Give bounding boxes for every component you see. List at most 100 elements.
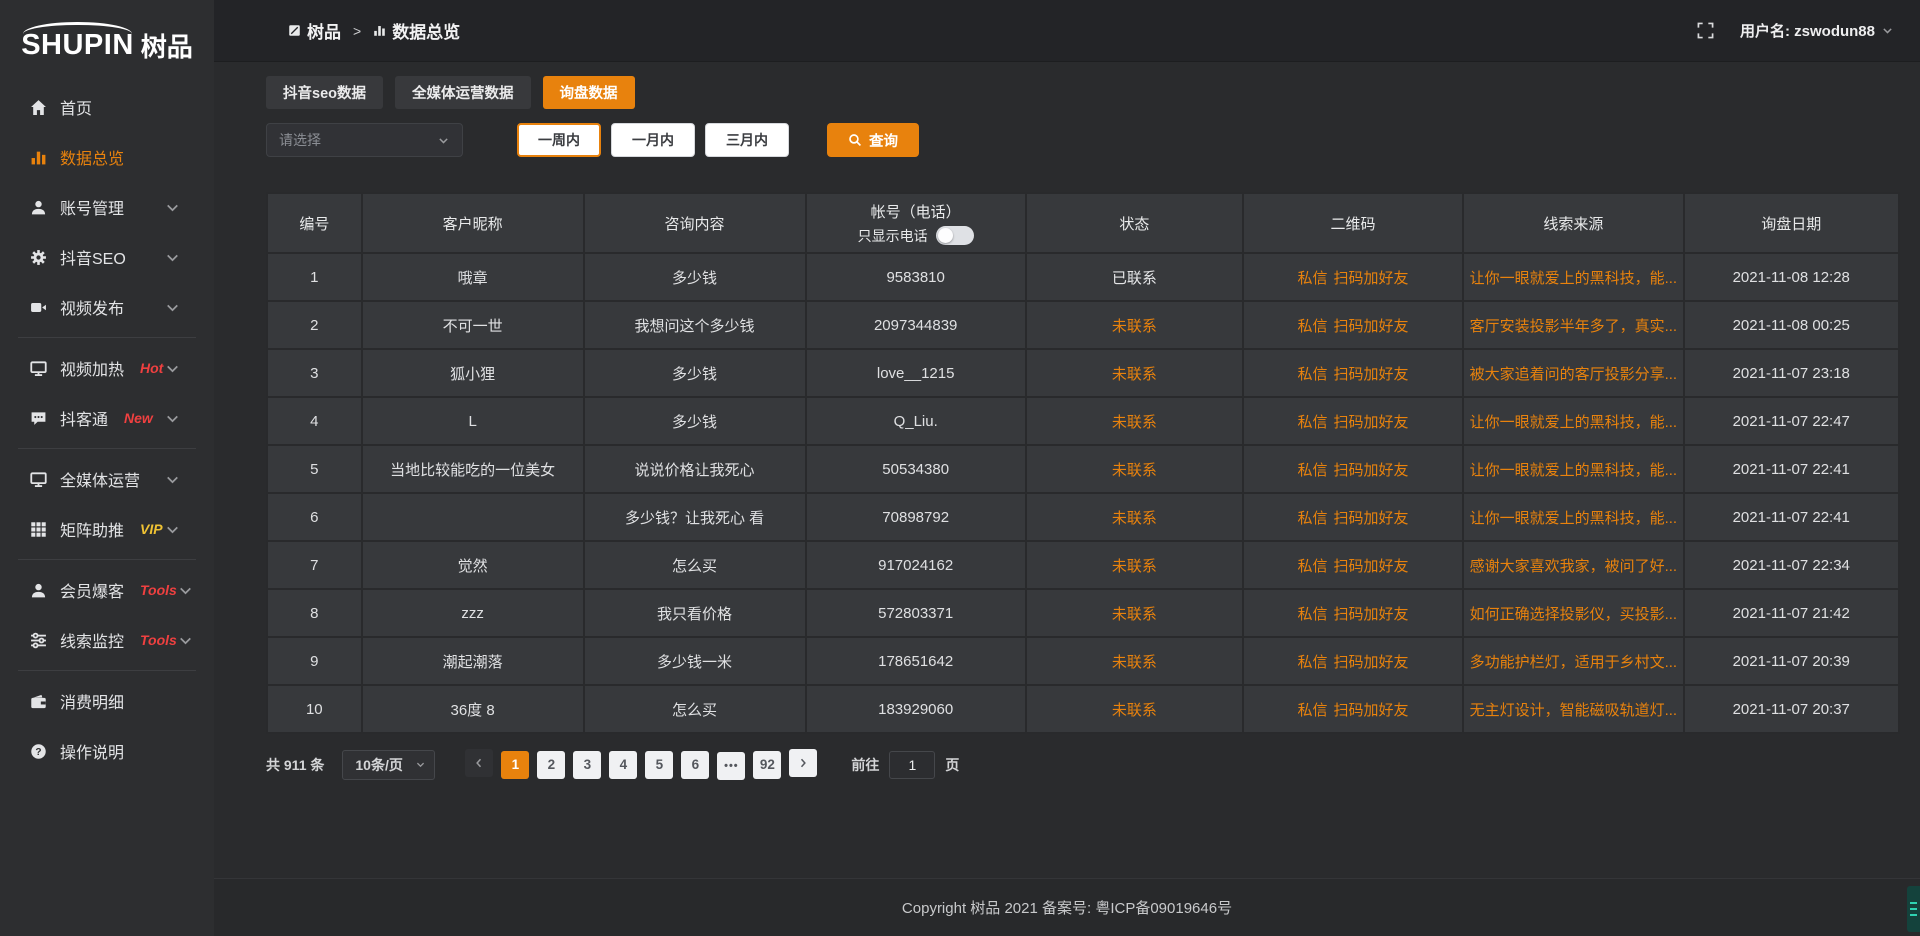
private-message-link[interactable]: 私信 xyxy=(1298,318,1328,335)
tab-media-operation-data[interactable]: 全媒体运营数据 xyxy=(395,76,531,109)
sidebar-item-label: 线索监控 xyxy=(60,628,124,652)
period-button-month[interactable]: 一月内 xyxy=(611,123,695,157)
sidebar-item-video-publish[interactable]: 视频发布 xyxy=(0,282,214,332)
sidebar: SHUPIN 树品 首页数据总览账号管理抖音SEO视频发布视频加热Hot抖客通N… xyxy=(0,0,214,936)
private-message-link[interactable]: 私信 xyxy=(1298,654,1328,671)
sidebar-item-lead-monitor[interactable]: 线索监控Tools xyxy=(0,615,214,665)
lead-source-link[interactable]: 客厅安装投影半年多了，真实... xyxy=(1470,318,1678,335)
scan-add-friend-link[interactable]: 扫码加好友 xyxy=(1334,414,1409,431)
column-header-account: 帐号（电话）只显示电话 xyxy=(806,193,1026,253)
cell-id: 4 xyxy=(267,397,362,445)
page-button-3[interactable]: 3 xyxy=(573,751,601,779)
search-button[interactable]: 查询 xyxy=(827,123,919,157)
user-menu[interactable]: 用户名: zswodun88 xyxy=(1740,20,1894,41)
sidebar-item-consumption-detail[interactable]: 消费明细 xyxy=(0,676,214,726)
sidebar-item-douketong[interactable]: 抖客通New xyxy=(0,393,214,443)
sidebar-item-operation-guide[interactable]: ?操作说明 xyxy=(0,726,214,776)
scan-add-friend-link[interactable]: 扫码加好友 xyxy=(1334,366,1409,383)
goto-page-input[interactable] xyxy=(889,751,935,779)
page-button-92[interactable]: 92 xyxy=(753,751,781,779)
sidebar-item-label: 全媒体运营 xyxy=(60,467,140,491)
logo-latin: SHUPIN xyxy=(21,31,134,60)
page-button-1[interactable]: 1 xyxy=(501,751,529,779)
column-header-status: 状态 xyxy=(1026,193,1243,253)
logo-cn-text: 树品 xyxy=(141,34,193,60)
page-button-4[interactable]: 4 xyxy=(609,751,637,779)
page-button-6[interactable]: 6 xyxy=(681,751,709,779)
lead-source-link[interactable]: 多功能护栏灯，适用于乡村文... xyxy=(1470,654,1678,671)
lead-source-link[interactable]: 被大家追着问的客厅投影分享... xyxy=(1470,366,1678,383)
tab-inquiry-data[interactable]: 询盘数据 xyxy=(543,76,635,109)
page-size-select[interactable]: 10条/页 xyxy=(342,750,435,780)
phone-toggle-label: 只显示电话 xyxy=(858,226,928,246)
filter-select[interactable]: 请选择 xyxy=(266,123,463,157)
sidebar-item-video-heat[interactable]: 视频加热Hot xyxy=(0,343,214,393)
cell-nickname: 当地比较能吃的一位美女 xyxy=(362,445,584,493)
chevron-down-icon xyxy=(164,410,181,427)
cell-nickname: 36度 8 xyxy=(362,685,584,733)
scan-add-friend-link[interactable]: 扫码加好友 xyxy=(1334,558,1409,575)
sidebar-nav: 首页数据总览账号管理抖音SEO视频发布视频加热Hot抖客通New 全媒体运营矩阵助… xyxy=(0,66,214,776)
cell-qr: 私信扫码加好友 xyxy=(1243,685,1463,733)
lead-source-link[interactable]: 无主灯设计，智能磁吸轨道灯... xyxy=(1470,702,1678,719)
sidebar-item-matrix-boost[interactable]: 矩阵助推VIP xyxy=(0,504,214,554)
cell-id: 9 xyxy=(267,637,362,685)
sidebar-item-account-management[interactable]: 账号管理 xyxy=(0,182,214,232)
chevron-down-icon xyxy=(1881,24,1894,37)
chevron-down-icon xyxy=(164,360,181,377)
scan-add-friend-link[interactable]: 扫码加好友 xyxy=(1334,606,1409,623)
private-message-link[interactable]: 私信 xyxy=(1298,414,1328,431)
breadcrumb-label: 树品 xyxy=(307,18,341,43)
fullscreen-icon[interactable] xyxy=(1697,22,1714,39)
chevron-down-icon xyxy=(415,759,426,770)
page-button-2[interactable]: 2 xyxy=(537,751,565,779)
cell-content: 我只看价格 xyxy=(584,589,806,637)
home-icon xyxy=(30,99,47,116)
floating-widget-fragment[interactable] xyxy=(1907,886,1920,932)
lead-source-link[interactable]: 让你一眼就爱上的黑科技，能... xyxy=(1470,270,1678,287)
sidebar-item-member-baoke[interactable]: 会员爆客Tools xyxy=(0,565,214,615)
goto-page: 前往 页 xyxy=(851,751,959,779)
lead-source-link[interactable]: 让你一眼就爱上的黑科技，能... xyxy=(1470,510,1678,527)
next-page-button[interactable] xyxy=(789,749,817,777)
private-message-link[interactable]: 私信 xyxy=(1298,462,1328,479)
scan-add-friend-link[interactable]: 扫码加好友 xyxy=(1334,462,1409,479)
lead-source-link[interactable]: 感谢大家喜欢我家，被问了好... xyxy=(1470,558,1678,575)
private-message-link[interactable]: 私信 xyxy=(1298,558,1328,575)
sidebar-item-douyin-seo[interactable]: 抖音SEO xyxy=(0,232,214,282)
lead-source-link[interactable]: 让你一眼就爱上的黑科技，能... xyxy=(1470,462,1678,479)
private-message-link[interactable]: 私信 xyxy=(1298,702,1328,719)
scan-add-friend-link[interactable]: 扫码加好友 xyxy=(1334,318,1409,335)
column-header-source: 线索来源 xyxy=(1463,193,1683,253)
scan-add-friend-link[interactable]: 扫码加好友 xyxy=(1334,270,1409,287)
period-button-week[interactable]: 一周内 xyxy=(517,123,601,157)
tab-douyin-seo-data[interactable]: 抖音seo数据 xyxy=(266,76,383,109)
cell-qr: 私信扫码加好友 xyxy=(1243,397,1463,445)
sidebar-item-media-operation[interactable]: 全媒体运营 xyxy=(0,454,214,504)
breadcrumb-label: 数据总览 xyxy=(392,18,460,43)
inquiry-table: 编号客户昵称咨询内容帐号（电话）只显示电话状态二维码线索来源询盘日期 1哦章多少… xyxy=(266,192,1900,734)
private-message-link[interactable]: 私信 xyxy=(1298,606,1328,623)
scan-add-friend-link[interactable]: 扫码加好友 xyxy=(1334,654,1409,671)
prev-page-button[interactable] xyxy=(465,749,493,777)
sidebar-item-home[interactable]: 首页 xyxy=(0,82,214,132)
period-button-quarter[interactable]: 三月内 xyxy=(705,123,789,157)
logo-arc xyxy=(23,22,131,34)
breadcrumb-item-data-overview[interactable]: 数据总览 xyxy=(373,18,460,43)
scan-add-friend-link[interactable]: 扫码加好友 xyxy=(1334,702,1409,719)
lead-source-link[interactable]: 让你一眼就爱上的黑科技，能... xyxy=(1470,414,1678,431)
more-pages-button[interactable]: ••• xyxy=(717,752,745,780)
page-button-5[interactable]: 5 xyxy=(645,751,673,779)
private-message-link[interactable]: 私信 xyxy=(1298,270,1328,287)
scan-add-friend-link[interactable]: 扫码加好友 xyxy=(1334,510,1409,527)
sidebar-item-data-overview[interactable]: 数据总览 xyxy=(0,132,214,182)
private-message-link[interactable]: 私信 xyxy=(1298,366,1328,383)
cell-date: 2021-11-08 12:28 xyxy=(1684,253,1900,301)
private-message-link[interactable]: 私信 xyxy=(1298,510,1328,527)
logo[interactable]: SHUPIN 树品 xyxy=(0,8,214,66)
table-row: 2不可一世我想问这个多少钱2097344839未联系私信扫码加好友客厅安装投影半… xyxy=(267,301,1899,349)
phone-only-toggle[interactable] xyxy=(936,226,974,245)
breadcrumb-item-root[interactable]: 树品 xyxy=(288,18,341,43)
lead-source-link[interactable]: 如何正确选择投影仪，买投影... xyxy=(1470,606,1678,623)
breadcrumb: 树品>数据总览 xyxy=(288,18,460,43)
